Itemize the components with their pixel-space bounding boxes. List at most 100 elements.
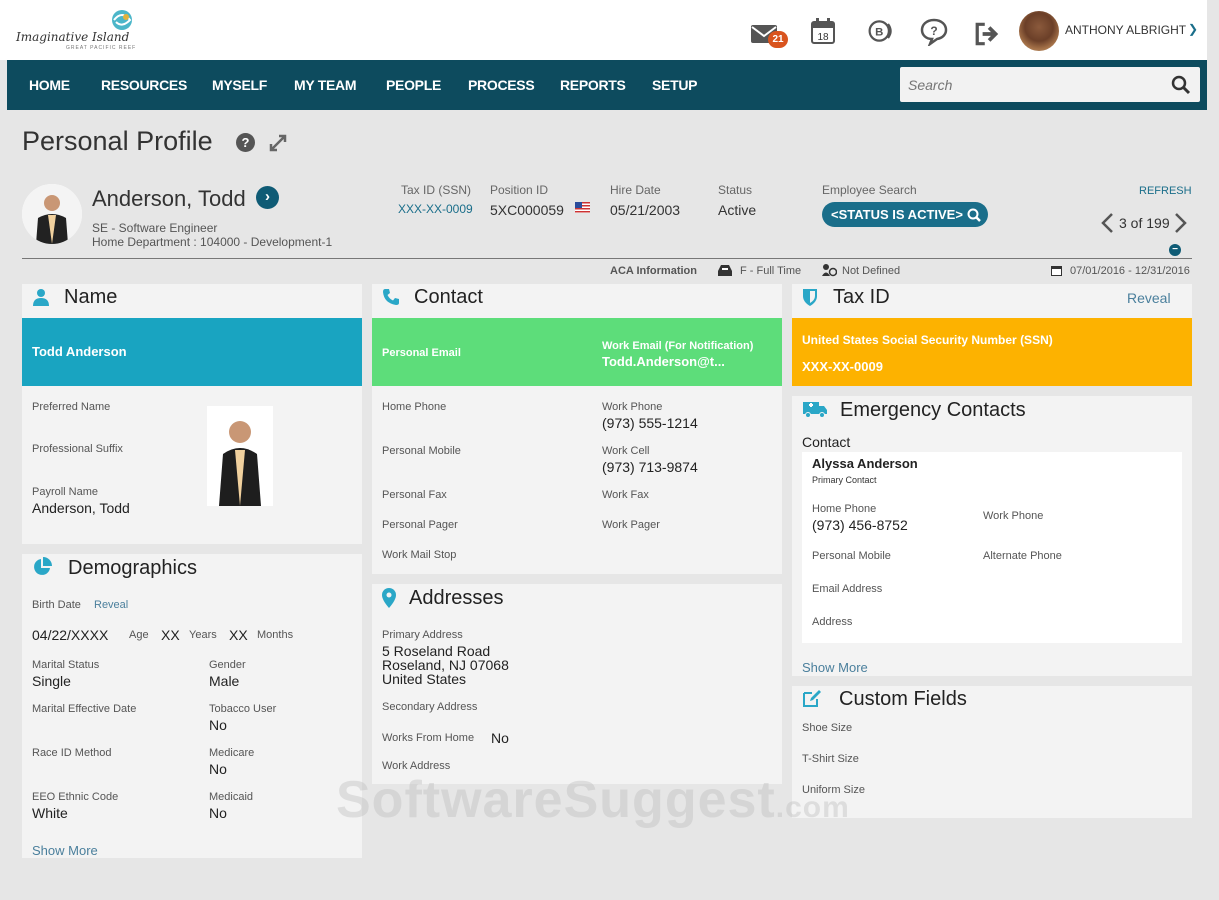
watermark-main: SoftwareSuggest bbox=[336, 771, 776, 829]
contact-section-label: Contact bbox=[802, 434, 851, 450]
name-banner: Todd Anderson bbox=[22, 318, 362, 386]
person-icon bbox=[33, 289, 49, 306]
ec-mobile-label: Personal Mobile bbox=[812, 550, 891, 562]
tray-icon bbox=[718, 265, 732, 276]
us-flag-icon bbox=[575, 202, 590, 213]
employee-job: SE - Software Engineer bbox=[92, 221, 218, 235]
work-mail-stop-label: Work Mail Stop bbox=[382, 549, 457, 561]
contact-title: Contact bbox=[414, 286, 483, 308]
works-from-home-label: Works From Home bbox=[382, 732, 475, 744]
address-line-3: United States bbox=[382, 671, 467, 687]
shoe-size-label: Shoe Size bbox=[802, 722, 853, 734]
personal-mobile-label: Personal Mobile bbox=[382, 445, 461, 457]
medicare-value: No bbox=[209, 761, 227, 777]
work-email-value[interactable]: Todd.Anderson@t... bbox=[602, 354, 725, 369]
marital-effective-label: Marital Effective Date bbox=[32, 703, 137, 715]
primary-address-label: Primary Address bbox=[382, 629, 463, 641]
ec-home-phone-label: Home Phone bbox=[812, 503, 877, 515]
refresh-link[interactable]: REFRESH bbox=[1139, 185, 1192, 197]
demographics-title: Demographics bbox=[68, 557, 197, 579]
logo-text: Imaginative Island bbox=[16, 30, 130, 44]
custom-fields-title: Custom Fields bbox=[839, 688, 967, 710]
tax-id-reveal-link[interactable]: Reveal bbox=[1127, 290, 1171, 306]
phone-icon bbox=[383, 289, 399, 305]
nav-process[interactable]: PROCESS bbox=[468, 77, 535, 93]
user-name[interactable]: ANTHONY ALBRIGHT bbox=[1065, 23, 1186, 37]
payroll-name-label: Payroll Name bbox=[32, 486, 99, 498]
tax-id-value[interactable]: XXX-XX-0009 bbox=[398, 202, 473, 216]
svg-text:B: B bbox=[875, 26, 883, 38]
chevron-left-icon[interactable] bbox=[1100, 212, 1114, 234]
collapse-icon[interactable]: − bbox=[1169, 244, 1181, 256]
calendar-icon[interactable]: 18 bbox=[809, 17, 837, 45]
age-years-value: XX bbox=[161, 627, 180, 643]
search-icon[interactable] bbox=[1171, 75, 1191, 95]
company-logo[interactable]: Imaginative Island GREAT PACIFIC REEF bbox=[14, 8, 136, 52]
aca-time-status: F - Full Time bbox=[740, 265, 802, 277]
search-input[interactable] bbox=[900, 67, 1160, 102]
map-pin-icon bbox=[382, 588, 396, 608]
calendar-icon bbox=[1051, 266, 1062, 276]
nav-setup[interactable]: SETUP bbox=[652, 77, 697, 93]
status-value: Active bbox=[718, 202, 757, 218]
nav-myself[interactable]: MYSELF bbox=[212, 77, 267, 93]
chevron-right-icon[interactable]: › bbox=[256, 186, 279, 209]
badges-icon[interactable]: B bbox=[867, 17, 895, 45]
years-label: Years bbox=[189, 629, 217, 641]
chevron-down-icon[interactable]: ❯ bbox=[1188, 22, 1198, 36]
medicaid-value: No bbox=[209, 805, 227, 821]
watermark-tld: .com bbox=[775, 791, 850, 824]
pager-text: 3 of 199 bbox=[1119, 215, 1170, 231]
help-icon[interactable]: ? bbox=[236, 133, 255, 152]
birth-date-value: 04/22/XXXX bbox=[32, 627, 109, 643]
employee-name: Anderson, Todd bbox=[92, 186, 246, 211]
user-avatar[interactable] bbox=[1019, 11, 1059, 51]
ec-address-label: Address bbox=[812, 616, 853, 628]
medicaid-label: Medicaid bbox=[209, 791, 254, 803]
position-id-label: Position ID bbox=[490, 183, 549, 197]
race-id-label: Race ID Method bbox=[32, 747, 112, 759]
professional-suffix-label: Professional Suffix bbox=[32, 443, 123, 455]
nav-resources[interactable]: RESOURCES bbox=[101, 77, 187, 93]
svg-text:?: ? bbox=[930, 24, 937, 38]
home-phone-label: Home Phone bbox=[382, 401, 447, 413]
logout-icon[interactable] bbox=[974, 20, 1002, 48]
mail-count-badge: 21 bbox=[768, 31, 788, 48]
nav-my-team[interactable]: MY TEAM bbox=[294, 77, 357, 93]
aca-date-range: 07/01/2016 - 12/31/2016 bbox=[1070, 265, 1190, 277]
tax-id-label: Tax ID (SSN) bbox=[401, 183, 472, 197]
work-cell-value: (973) 713-9874 bbox=[602, 459, 698, 475]
status-label: Status bbox=[718, 183, 753, 197]
chevron-right-icon[interactable] bbox=[1174, 212, 1188, 234]
expand-icon[interactable] bbox=[268, 133, 288, 153]
ssn-value: XXX-XX-0009 bbox=[802, 359, 883, 374]
page-title: Personal Profile bbox=[22, 126, 213, 156]
emergency-contact-name: Alyssa Anderson bbox=[812, 456, 918, 471]
nav-reports[interactable]: REPORTS bbox=[560, 77, 626, 93]
secondary-address-label: Secondary Address bbox=[382, 701, 478, 713]
status-filter-button[interactable]: <STATUS IS ACTIVE> bbox=[822, 202, 988, 227]
work-email-label: Work Email (For Notification) bbox=[602, 340, 754, 352]
calendar-day: 18 bbox=[817, 32, 829, 43]
medicare-label: Medicare bbox=[209, 747, 255, 759]
ec-work-phone-label: Work Phone bbox=[983, 510, 1044, 522]
help-chat-icon[interactable]: ? bbox=[920, 18, 948, 46]
personal-email-label: Personal Email bbox=[382, 347, 461, 359]
top-bar: Imaginative Island GREAT PACIFIC REEF 21… bbox=[0, 0, 1207, 60]
nav-people[interactable]: PEOPLE bbox=[386, 77, 441, 93]
ec-home-phone-value: (973) 456-8752 bbox=[812, 517, 908, 533]
employee-department: Home Department : 104000 - Development-1 bbox=[92, 235, 333, 249]
months-label: Months bbox=[257, 629, 294, 641]
ec-alt-phone-label: Alternate Phone bbox=[983, 550, 1062, 562]
tax-id-banner bbox=[792, 318, 1192, 386]
age-label: Age bbox=[129, 629, 149, 641]
emergency-show-more[interactable]: Show More bbox=[802, 660, 868, 675]
ssn-label: United States Social Security Number (SS… bbox=[802, 333, 1053, 347]
work-phone-value: (973) 555-1214 bbox=[602, 415, 698, 431]
personal-pager-label: Personal Pager bbox=[382, 519, 458, 531]
nav-home[interactable]: HOME bbox=[29, 77, 70, 93]
birth-reveal-link[interactable]: Reveal bbox=[94, 599, 128, 611]
search-box bbox=[900, 67, 1200, 102]
demographics-show-more[interactable]: Show More bbox=[32, 843, 98, 858]
hire-date-label: Hire Date bbox=[610, 183, 661, 197]
